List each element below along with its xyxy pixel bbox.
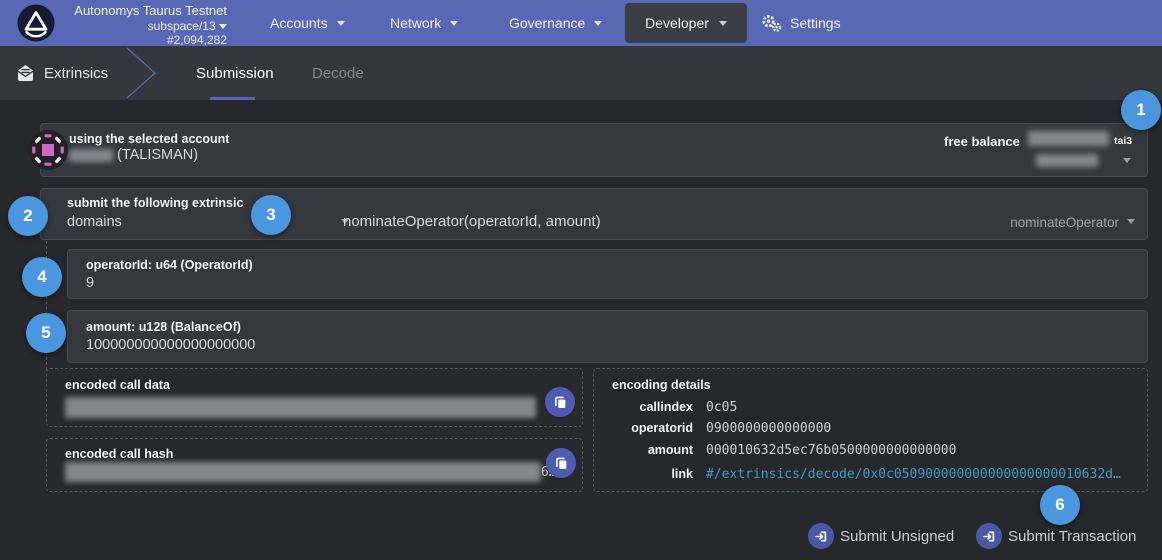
encoding-value: 0c05 — [706, 400, 737, 415]
runtime-version: subspace/13 — [148, 19, 216, 33]
annotation-step-1: 1 — [1121, 90, 1161, 130]
param-amount-field[interactable]: amount: u128 (BalanceOf) 100000000000000… — [67, 310, 1148, 363]
account-select-label: using the selected account — [69, 132, 229, 146]
encoding-row-operatorid: operatorid 0900000000000000 — [612, 421, 831, 436]
tab-submission[interactable]: Submission — [196, 46, 274, 100]
submit-transaction-button[interactable]: Submit Transaction — [1008, 528, 1136, 545]
encoding-key: operatorid — [612, 421, 693, 435]
top-navbar: Autonomys Taurus Testnet subspace/13 #2,… — [0, 0, 1162, 46]
gears-icon — [760, 14, 783, 33]
menu-governance-label: Governance — [509, 15, 585, 31]
extrinsic-select-label: submit the following extrinsic — [67, 196, 243, 210]
copy-call-data-button[interactable] — [545, 387, 575, 417]
chevron-down-icon — [337, 21, 345, 26]
copy-icon — [554, 456, 569, 471]
redacted-free-balance — [1028, 131, 1109, 146]
tab-decode-label: Decode — [312, 65, 364, 82]
chevron-down-icon — [594, 21, 602, 26]
redacted-call-data — [65, 397, 536, 418]
encoding-value: 0900000000000000 — [706, 421, 831, 436]
encoded-call-data-label: encoded call data — [65, 378, 170, 392]
copy-call-hash-button[interactable] — [546, 448, 576, 478]
extrinsics-icon — [16, 64, 35, 82]
encoded-call-hash-label: encoded call hash — [65, 447, 173, 461]
tab-bar: Extrinsics Submission Decode — [0, 46, 1162, 100]
extrinsics-page: { "app": { "chain": "Autonomys Taurus Te… — [0, 0, 1162, 560]
tab-decode[interactable]: Decode — [312, 46, 364, 100]
sign-in-icon — [982, 529, 996, 544]
param-operatorid-value[interactable]: 9 — [86, 275, 94, 291]
encoding-row-amount: amount 000010632d5ec76b0500000000000000 — [612, 443, 956, 458]
annotation-step-4: 4 — [22, 257, 62, 297]
best-block-number: #2,094,282 — [60, 34, 227, 47]
free-balance-label: free balance — [944, 134, 1020, 149]
menu-accounts[interactable]: Accounts — [270, 0, 345, 46]
tab-submission-label: Submission — [196, 65, 274, 82]
menu-network[interactable]: Network — [390, 0, 458, 46]
menu-settings[interactable]: Settings — [760, 0, 841, 46]
submit-unsigned-icon-button[interactable] — [808, 523, 834, 549]
submit-transaction-icon-button[interactable] — [976, 523, 1002, 549]
breadcrumb-divider — [126, 46, 158, 100]
encoding-row-callindex: callindex 0c05 — [612, 400, 737, 415]
encoded-call-hash-panel: encoded call hash 6… — [46, 438, 583, 492]
chevron-down-icon — [450, 21, 458, 26]
encoding-row-link: link #/extrinsics/decode/0x0c05090000000… — [612, 465, 1121, 483]
param-amount-label: amount: u128 (BalanceOf) — [86, 320, 241, 334]
extrinsic-select-row: submit the following extrinsic domains n… — [40, 188, 1148, 240]
chevron-down-icon — [219, 24, 227, 29]
encoding-key: amount — [612, 443, 693, 457]
annotation-step-3: 3 — [251, 195, 291, 235]
account-identicon — [28, 130, 68, 170]
encoding-details-panel: encoding details callindex 0c05 operator… — [593, 368, 1148, 492]
chevron-down-icon — [719, 21, 727, 26]
copy-icon — [553, 395, 568, 410]
annotation-step-5: 5 — [26, 313, 66, 353]
section-select-value[interactable]: domains — [67, 214, 122, 230]
annotation-step-6: 6 — [1040, 485, 1080, 525]
redacted-secondary-balance — [1036, 154, 1098, 167]
menu-governance[interactable]: Governance — [509, 0, 602, 46]
submit-unsigned-button[interactable]: Submit Unsigned — [840, 528, 954, 545]
param-amount-value[interactable]: 100000000000000000000 — [86, 337, 255, 353]
menu-developer[interactable]: Developer — [625, 3, 747, 43]
encoded-call-data-panel: encoded call data — [46, 368, 583, 427]
method-signature[interactable]: nominateOperator(operatorId, amount) — [343, 213, 601, 230]
redacted-call-hash — [65, 462, 541, 482]
menu-network-label: Network — [390, 15, 441, 31]
sign-in-icon — [814, 529, 828, 544]
encoding-key: link — [612, 467, 693, 481]
encoding-value: 000010632d5ec76b0500000000000000 — [706, 443, 956, 458]
active-tab-underline — [210, 97, 255, 100]
decode-link[interactable]: #/extrinsics/decode/0x0c0509000000000000… — [706, 467, 1121, 482]
annotation-step-2: 2 — [8, 196, 48, 236]
account-dropdown-caret-icon[interactable] — [1123, 158, 1131, 163]
chain-name: Autonomys Taurus Testnet — [60, 4, 227, 18]
menu-settings-label: Settings — [790, 15, 841, 31]
param-operatorid-field[interactable]: operatorId: u64 (OperatorId) 9 — [67, 249, 1148, 299]
method-select-value[interactable]: nominateOperator — [1010, 215, 1119, 230]
account-select-row[interactable]: using the selected account (TALISMAN) fr… — [40, 123, 1148, 177]
redacted-account-name — [69, 149, 113, 162]
encoding-key: callindex — [612, 400, 693, 414]
param-operatorid-label: operatorId: u64 (OperatorId) — [86, 258, 253, 272]
account-name-suffix: (TALISMAN) — [117, 147, 198, 163]
chain-info[interactable]: Autonomys Taurus Testnet subspace/13 #2,… — [60, 4, 227, 47]
encoding-details-label: encoding details — [612, 378, 711, 392]
method-dropdown-caret-icon[interactable] — [1127, 219, 1135, 224]
section-title: Extrinsics — [44, 46, 108, 100]
menu-developer-label: Developer — [645, 15, 709, 31]
token-unit: tai3 — [1114, 135, 1132, 147]
menu-accounts-label: Accounts — [270, 15, 328, 31]
autonomys-logo[interactable] — [17, 4, 55, 42]
